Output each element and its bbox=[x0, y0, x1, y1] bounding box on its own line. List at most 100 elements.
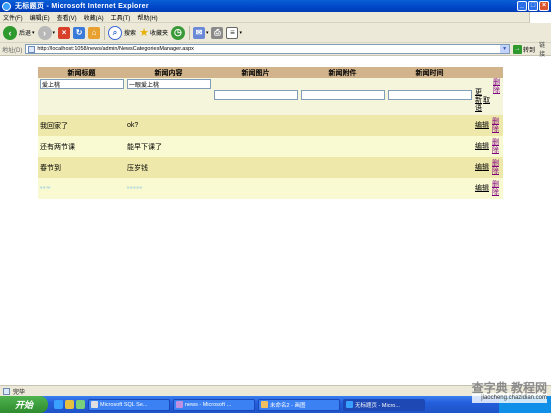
attachment-edit-input[interactable] bbox=[301, 90, 385, 100]
content-edit-input[interactable] bbox=[127, 79, 211, 89]
folder-quicklaunch-icon[interactable] bbox=[65, 400, 74, 409]
cancel-link[interactable]: 取 bbox=[483, 97, 490, 105]
cell-title: 还有两节课 bbox=[38, 136, 125, 157]
table-row: 还有两节课 能早下课了 编辑 删除 bbox=[38, 136, 503, 157]
cell-image bbox=[212, 178, 299, 199]
refresh-icon: ↻ bbox=[73, 26, 86, 39]
chevron-down-icon: ▾ bbox=[239, 29, 242, 36]
watermark-url: jiaocheng.chazidian.com bbox=[471, 393, 547, 403]
ie-quicklaunch-icon[interactable] bbox=[54, 400, 63, 409]
watermark-title: 查字典 教程网 bbox=[471, 381, 547, 395]
edit-link[interactable]: 编辑 bbox=[475, 164, 489, 172]
status-bar: 完毕 bbox=[0, 385, 551, 396]
task-paint[interactable]: 未命名2 - 画图 bbox=[258, 398, 340, 411]
table-row: 春节到 压岁钱 编辑 删除 bbox=[38, 157, 503, 178]
start-button[interactable]: 开始 bbox=[0, 396, 48, 413]
header-image: 新闻图片 bbox=[212, 67, 299, 78]
header-title: 新闻标题 bbox=[38, 67, 125, 78]
menu-file[interactable]: 文件(F) bbox=[0, 13, 27, 22]
delete-link[interactable]: 删 除 bbox=[493, 79, 500, 95]
favorites-button[interactable]: ★ 收藏夹 bbox=[139, 26, 168, 39]
update-link[interactable]: 更 新 语 bbox=[475, 89, 482, 113]
menu-help[interactable]: 帮助(H) bbox=[134, 13, 161, 22]
cell-time bbox=[386, 115, 473, 136]
mail-icon: ✉ bbox=[192, 26, 205, 39]
title-edit-input[interactable] bbox=[40, 79, 124, 89]
sql-icon bbox=[91, 401, 98, 408]
edit-link[interactable]: 编辑 bbox=[475, 122, 489, 130]
minimize-button[interactable]: _ bbox=[517, 1, 527, 11]
image-edit-input[interactable] bbox=[214, 90, 298, 100]
cell-content: ok? bbox=[125, 115, 212, 136]
grid-header-row: 新闻标题 新闻内容 新闻图片 新闻附件 新闻时间 bbox=[38, 67, 503, 78]
back-arrow-icon: ‹ bbox=[3, 25, 17, 40]
document-icon: ≡ bbox=[226, 26, 239, 39]
maximize-button[interactable]: □ bbox=[528, 1, 538, 11]
star-icon: ★ bbox=[139, 27, 149, 39]
cell-content: 能早下课了 bbox=[125, 136, 212, 157]
header-actions bbox=[473, 67, 503, 78]
windows-logo bbox=[529, 12, 551, 23]
go-button[interactable]: → 转到 bbox=[513, 44, 536, 54]
cell-time bbox=[386, 178, 473, 199]
edit-link[interactable]: 编辑 bbox=[475, 185, 489, 193]
cell-content bbox=[125, 78, 212, 115]
address-input[interactable]: http://localhost:1058/news/admin/NewsCat… bbox=[25, 44, 511, 54]
delete-link[interactable]: 删除 bbox=[492, 118, 499, 134]
refresh-button[interactable]: ↻ bbox=[73, 26, 86, 39]
cell-image bbox=[212, 78, 299, 115]
address-url: http://localhost:1058/news/admin/NewsCat… bbox=[37, 46, 194, 52]
edit-link[interactable]: 编辑 bbox=[475, 143, 489, 151]
redacted-text: ꞏꞏ~ bbox=[40, 185, 52, 192]
delete-link[interactable]: 删除 bbox=[492, 139, 499, 155]
header-time: 新闻时间 bbox=[386, 67, 473, 78]
window-controls: _ □ × bbox=[517, 1, 549, 11]
links-label[interactable]: 链接 bbox=[539, 40, 551, 58]
menu-tools[interactable]: 工具(T) bbox=[108, 13, 135, 22]
toolbar: ‹ 后退 ▾ › ▾ × ↻ ⌂ ⌕ 搜索 ★ 收藏夹 ◷ ✉ ▾ ⎙ ≡ ▾ bbox=[0, 23, 551, 43]
cell-image bbox=[212, 136, 299, 157]
go-label: 转到 bbox=[523, 47, 536, 54]
table-row: 我回家了 ok? 编辑 删除 bbox=[38, 115, 503, 136]
header-content: 新闻内容 bbox=[125, 67, 212, 78]
cell-actions: 编辑 删除 bbox=[473, 157, 503, 178]
cell-content: 压岁钱 bbox=[125, 157, 212, 178]
task-sql[interactable]: Microsoft SQL Se... bbox=[88, 398, 170, 411]
cell-attachment bbox=[299, 136, 386, 157]
go-arrow-icon: → bbox=[513, 44, 523, 54]
time-edit-input[interactable] bbox=[388, 90, 472, 100]
mail-button[interactable]: ✉ ▾ bbox=[192, 26, 209, 39]
table-row-editing: 更 新 语 取 删 除 bbox=[38, 78, 503, 115]
stop-icon: × bbox=[58, 26, 71, 39]
address-label: 地址(D) bbox=[2, 47, 23, 54]
forward-button[interactable]: › ▾ bbox=[37, 25, 56, 40]
back-button[interactable]: ‹ 后退 ▾ bbox=[3, 25, 35, 40]
close-button[interactable]: × bbox=[539, 1, 549, 11]
watermark: 查字典 教程网 jiaocheng.chazidian.com bbox=[471, 381, 547, 403]
desktop-quicklaunch-icon[interactable] bbox=[76, 400, 85, 409]
menu-edit[interactable]: 编辑(E) bbox=[27, 13, 54, 22]
chevron-down-icon: ▾ bbox=[52, 29, 56, 36]
menu-view[interactable]: 查看(V) bbox=[54, 13, 81, 22]
chevron-down-icon: ▾ bbox=[205, 29, 209, 36]
header-attachment: 新闻附件 bbox=[299, 67, 386, 78]
toolbar-divider bbox=[188, 25, 190, 40]
menu-favorites[interactable]: 收藏(A) bbox=[81, 13, 108, 22]
cell-title: ꞏꞏ~ bbox=[38, 178, 125, 199]
chevron-down-icon[interactable]: ▼ bbox=[500, 45, 510, 53]
home-button[interactable]: ⌂ bbox=[88, 26, 101, 39]
history-button[interactable]: ◷ bbox=[170, 25, 185, 40]
cell-time bbox=[386, 78, 473, 115]
edit-page-button[interactable]: ≡ ▾ bbox=[226, 26, 242, 39]
stop-button[interactable]: × bbox=[58, 26, 71, 39]
task-ie[interactable]: 无标题页 - Micro... bbox=[343, 398, 425, 411]
cell-attachment bbox=[299, 178, 386, 199]
ie-icon bbox=[346, 401, 353, 408]
delete-link[interactable]: 删除 bbox=[492, 160, 499, 176]
task-news[interactable]: news - Microsoft ... bbox=[173, 398, 255, 411]
title-bar: 无标题页 - Microsoft Internet Explorer _ □ × bbox=[0, 0, 551, 12]
search-button[interactable]: ⌕ 搜索 bbox=[108, 25, 136, 40]
quick-launch bbox=[54, 400, 85, 409]
delete-link[interactable]: 删除 bbox=[492, 181, 499, 197]
print-button[interactable]: ⎙ bbox=[211, 26, 224, 39]
